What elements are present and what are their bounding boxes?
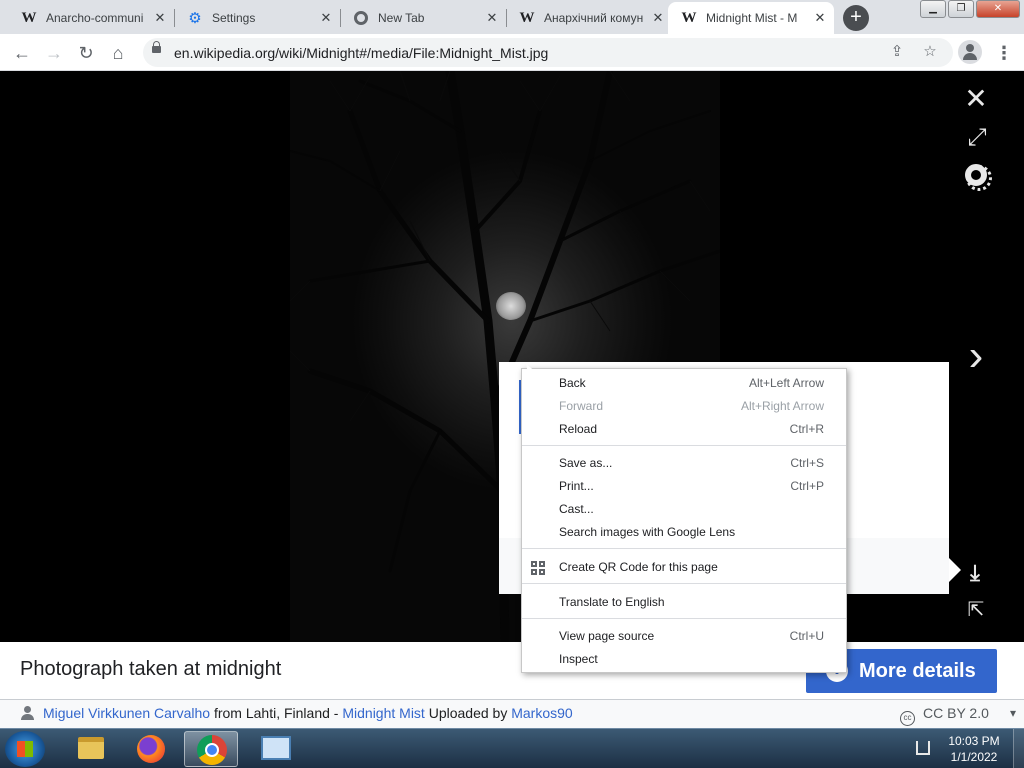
taskbar-chrome[interactable] bbox=[184, 731, 238, 767]
show-desktop-button[interactable] bbox=[1013, 729, 1024, 768]
browser-toolbar: ← → ↻ ⌂ en.wikipedia.org/wiki/Midnight#/… bbox=[0, 34, 1024, 71]
credit-line: Miguel Virkkunen Carvalho from Lahti, Fi… bbox=[43, 705, 573, 721]
author-link[interactable]: Miguel Virkkunen Carvalho bbox=[43, 705, 210, 721]
tab-strip: W Anarcho-communi ✕ ⚙ Settings ✕ New Tab… bbox=[0, 0, 1024, 34]
bookmark-star-icon[interactable]: ☆ bbox=[920, 42, 940, 62]
clock-time: 10:03 PM bbox=[948, 734, 1000, 748]
start-button[interactable] bbox=[5, 731, 45, 767]
tab-label: Анархічний комун bbox=[544, 11, 644, 25]
close-icon[interactable]: ✕ bbox=[650, 10, 666, 26]
reload-button[interactable]: ↻ bbox=[73, 40, 99, 66]
new-tab-button[interactable]: + bbox=[843, 5, 869, 31]
menu-item-print[interactable]: Print... Ctrl+P bbox=[522, 475, 846, 498]
menu-separator bbox=[522, 618, 846, 619]
forward-button[interactable]: → bbox=[41, 40, 67, 66]
taskbar-firefox[interactable] bbox=[124, 731, 178, 767]
taskbar-control-panel[interactable] bbox=[248, 731, 302, 767]
tab-settings[interactable]: ⚙ Settings ✕ bbox=[174, 2, 340, 34]
menu-item-reload[interactable]: Reload Ctrl+R bbox=[522, 418, 846, 441]
tab-midnight-mist[interactable]: W Midnight Mist - M ✕ bbox=[668, 2, 834, 34]
window-close-button[interactable]: ✕ bbox=[976, 0, 1020, 18]
window-controls: ▁ ❐ ✕ bbox=[920, 0, 1020, 18]
url-text[interactable]: en.wikipedia.org/wiki/Midnight#/media/Fi… bbox=[174, 45, 548, 61]
qr-code-icon bbox=[531, 561, 545, 575]
menu-separator bbox=[522, 548, 846, 549]
close-icon[interactable]: ✕ bbox=[812, 10, 828, 26]
chrome-icon bbox=[352, 9, 370, 27]
tab-new-tab[interactable]: New Tab ✕ bbox=[340, 2, 506, 34]
download-icon[interactable]: ⤓ bbox=[964, 561, 986, 585]
chrome-icon bbox=[197, 735, 227, 765]
menu-item-save-as[interactable]: Save as... Ctrl+S bbox=[522, 452, 846, 475]
windows-taskbar: 10:03 PM 1/1/2022 bbox=[0, 728, 1024, 768]
gear-icon: ⚙ bbox=[188, 9, 202, 27]
menu-item-qr-code[interactable]: Create QR Code for this page bbox=[522, 556, 846, 579]
image-caption: Photograph taken at midnight bbox=[20, 658, 282, 680]
screen: W Anarcho-communi ✕ ⚙ Settings ✕ New Tab… bbox=[0, 0, 1024, 768]
user-icon bbox=[21, 706, 35, 720]
minimize-button[interactable]: ▁ bbox=[920, 0, 946, 18]
uploaded-by-text: Uploaded by bbox=[428, 705, 508, 721]
context-menu: Back Alt+Left Arrow Forward Alt+Right Ar… bbox=[521, 368, 847, 673]
menu-separator bbox=[522, 583, 846, 584]
title-link[interactable]: Midnight Mist bbox=[342, 705, 424, 721]
control-panel-icon bbox=[261, 736, 291, 760]
network-icon[interactable] bbox=[916, 741, 930, 755]
menu-item-view-source[interactable]: View page source Ctrl+U bbox=[522, 625, 846, 648]
fullscreen-icon[interactable]: ⤢ bbox=[964, 125, 990, 151]
media-viewer: ✕ ⤢ › ⤓ ⇱ bbox=[0, 71, 1024, 642]
menu-item-back[interactable]: Back Alt+Left Arrow bbox=[522, 372, 846, 395]
share-icon[interactable]: ⇱ bbox=[964, 598, 988, 622]
menu-item-google-lens[interactable]: Search images with Google Lens bbox=[522, 521, 846, 544]
address-bar[interactable]: en.wikipedia.org/wiki/Midnight#/media/Fi… bbox=[143, 38, 953, 67]
wikipedia-icon: W bbox=[681, 9, 697, 26]
license[interactable]: cc CC BY 2.0 bbox=[900, 705, 989, 726]
taskbar-file-explorer[interactable] bbox=[62, 731, 116, 767]
maximize-button[interactable]: ❐ bbox=[948, 0, 974, 18]
folder-icon bbox=[78, 737, 104, 759]
more-details-label: More details bbox=[859, 660, 976, 682]
panel-pointer bbox=[949, 558, 961, 582]
credit-bar: Miguel Virkkunen Carvalho from Lahti, Fi… bbox=[0, 699, 1024, 728]
menu-separator bbox=[522, 445, 846, 446]
menu-item-translate[interactable]: Translate to English bbox=[522, 591, 846, 614]
tab-ukrainian-article[interactable]: W Анархічний комун ✕ bbox=[506, 2, 672, 34]
moon bbox=[496, 292, 526, 320]
system-clock[interactable]: 10:03 PM 1/1/2022 bbox=[944, 733, 1004, 765]
tab-label: Anarcho-communi bbox=[46, 11, 144, 25]
next-image-icon[interactable]: › bbox=[958, 333, 994, 379]
menu-item-inspect[interactable]: Inspect bbox=[522, 648, 846, 671]
license-text: CC BY 2.0 bbox=[923, 705, 989, 721]
share-icon[interactable]: ⇪ bbox=[887, 42, 907, 62]
uploader-link[interactable]: Markos90 bbox=[511, 705, 572, 721]
close-icon[interactable]: ✕ bbox=[318, 10, 334, 26]
back-button[interactable]: ← bbox=[9, 40, 35, 66]
tab-label: Midnight Mist - M bbox=[706, 11, 798, 25]
firefox-icon bbox=[137, 735, 165, 763]
scroll-arrow-icon[interactable]: ▾ bbox=[1010, 706, 1016, 720]
gear-icon[interactable] bbox=[965, 164, 992, 191]
clock-date: 1/1/2022 bbox=[950, 750, 998, 764]
wikipedia-icon: W bbox=[519, 9, 535, 26]
tab-label: New Tab bbox=[378, 11, 425, 25]
home-button[interactable]: ⌂ bbox=[105, 40, 131, 66]
profile-avatar-button[interactable] bbox=[958, 40, 982, 64]
close-icon[interactable]: ✕ bbox=[152, 10, 168, 26]
lock-icon[interactable] bbox=[152, 41, 161, 53]
tab-label: Settings bbox=[212, 11, 256, 25]
tab-anarcho-communism[interactable]: W Anarcho-communi ✕ bbox=[8, 2, 174, 34]
wikipedia-icon: W bbox=[21, 9, 37, 26]
browser-menu-icon[interactable]: ⋮ bbox=[995, 40, 1013, 66]
creative-commons-icon: cc bbox=[900, 711, 915, 726]
close-icon[interactable]: ✕ bbox=[484, 10, 500, 26]
menu-item-cast[interactable]: Cast... bbox=[522, 498, 846, 521]
location-text: from Lahti, Finland - bbox=[213, 705, 339, 721]
close-viewer-icon[interactable]: ✕ bbox=[962, 85, 990, 113]
menu-item-forward[interactable]: Forward Alt+Right Arrow bbox=[522, 395, 846, 418]
